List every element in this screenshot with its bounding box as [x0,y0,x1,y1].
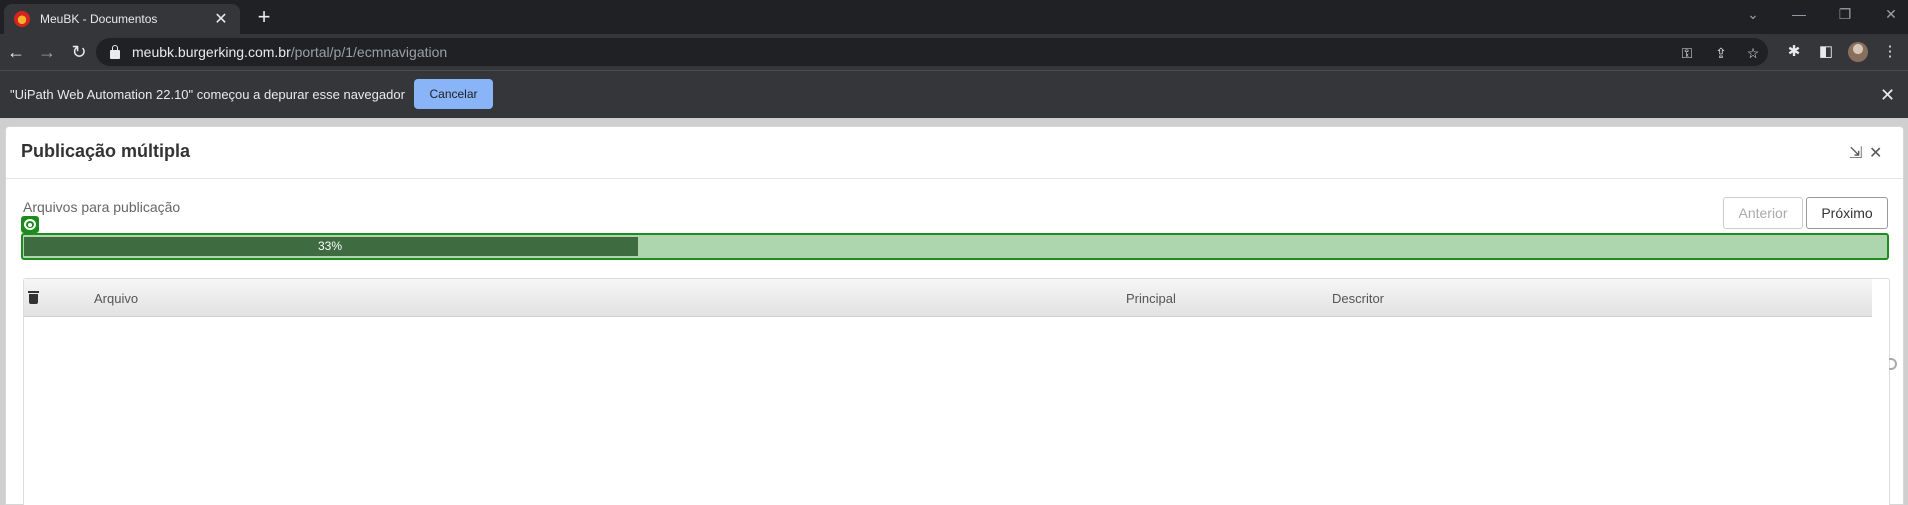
publish-modal: Publicação múltipla ⇲ ✕ Arquivos para pu… [5,126,1904,505]
bookmark-star-icon[interactable]: ☆ [1744,44,1762,62]
column-header-arquivo[interactable]: Arquivo [94,291,138,306]
profile-avatar[interactable] [1848,42,1868,62]
previous-button[interactable]: Anterior [1723,197,1803,229]
reload-icon[interactable]: ↻ [68,41,90,63]
menu-kebab-icon[interactable]: ⋮ [1880,42,1900,62]
files-table: Arquivo Principal Descritor [23,278,1890,505]
browser-toolbar: ← → ↻ meubk.burgerking.com.br/portal/p/1… [0,34,1908,70]
trash-icon[interactable] [28,291,39,304]
minimize-modal-icon[interactable]: ⇲ [1849,143,1862,163]
close-modal-icon[interactable]: ✕ [1869,143,1882,163]
cancel-debugging-button[interactable]: Cancelar [414,79,493,109]
lock-icon [110,44,120,59]
column-header-descritor[interactable]: Descritor [1332,291,1384,306]
minimize-icon[interactable]: — [1787,6,1811,22]
side-panel-icon[interactable]: ◧ [1816,42,1836,62]
share-icon[interactable]: ⇪ [1712,44,1730,62]
modal-title: Publicação múltipla [21,141,191,161]
table-header: Arquivo Principal Descritor [24,279,1872,317]
extensions-puzzle-icon[interactable]: ✱ [1784,42,1804,62]
burger-king-favicon-icon [14,11,30,27]
progress-label: 33% [317,239,343,253]
back-arrow-icon[interactable]: ← [5,41,27,63]
address-bar[interactable]: meubk.burgerking.com.br/portal/p/1/ecmna… [96,38,1768,66]
tab-strip: MeuBK - Documentos ✕ + ⌄ — ❐ ✕ [0,0,1908,34]
tab-search-icon[interactable]: ⌄ [1741,6,1765,23]
tab-close-icon[interactable]: ✕ [212,9,230,29]
infobar-close-icon[interactable]: ✕ [1880,85,1895,106]
next-button[interactable]: Próximo [1806,197,1888,229]
key-icon[interactable]: ⚿ [1678,44,1696,62]
column-header-principal[interactable]: Principal [1126,291,1176,306]
section-label: Arquivos para publicação [23,199,181,215]
step-target-icon [21,216,39,233]
progress-bar: 33% [21,233,1889,260]
modal-header: Publicação múltipla ⇲ ✕ [6,127,1903,179]
window-close-icon[interactable]: ✕ [1879,6,1903,23]
browser-tab[interactable]: MeuBK - Documentos ✕ [4,4,240,34]
tab-title: MeuBK - Documentos [40,12,158,26]
debugging-infobar: "UiPath Web Automation 22.10" começou a … [0,70,1908,118]
restore-icon[interactable]: ❐ [1833,6,1857,23]
new-tab-button[interactable]: + [252,6,276,30]
infobar-message: "UiPath Web Automation 22.10" começou a … [10,87,405,102]
page-content: Publicação múltipla ⇲ ✕ Arquivos para pu… [0,118,1908,505]
forward-arrow-icon[interactable]: → [36,41,58,63]
url-text: meubk.burgerking.com.br/portal/p/1/ecmna… [132,44,448,60]
